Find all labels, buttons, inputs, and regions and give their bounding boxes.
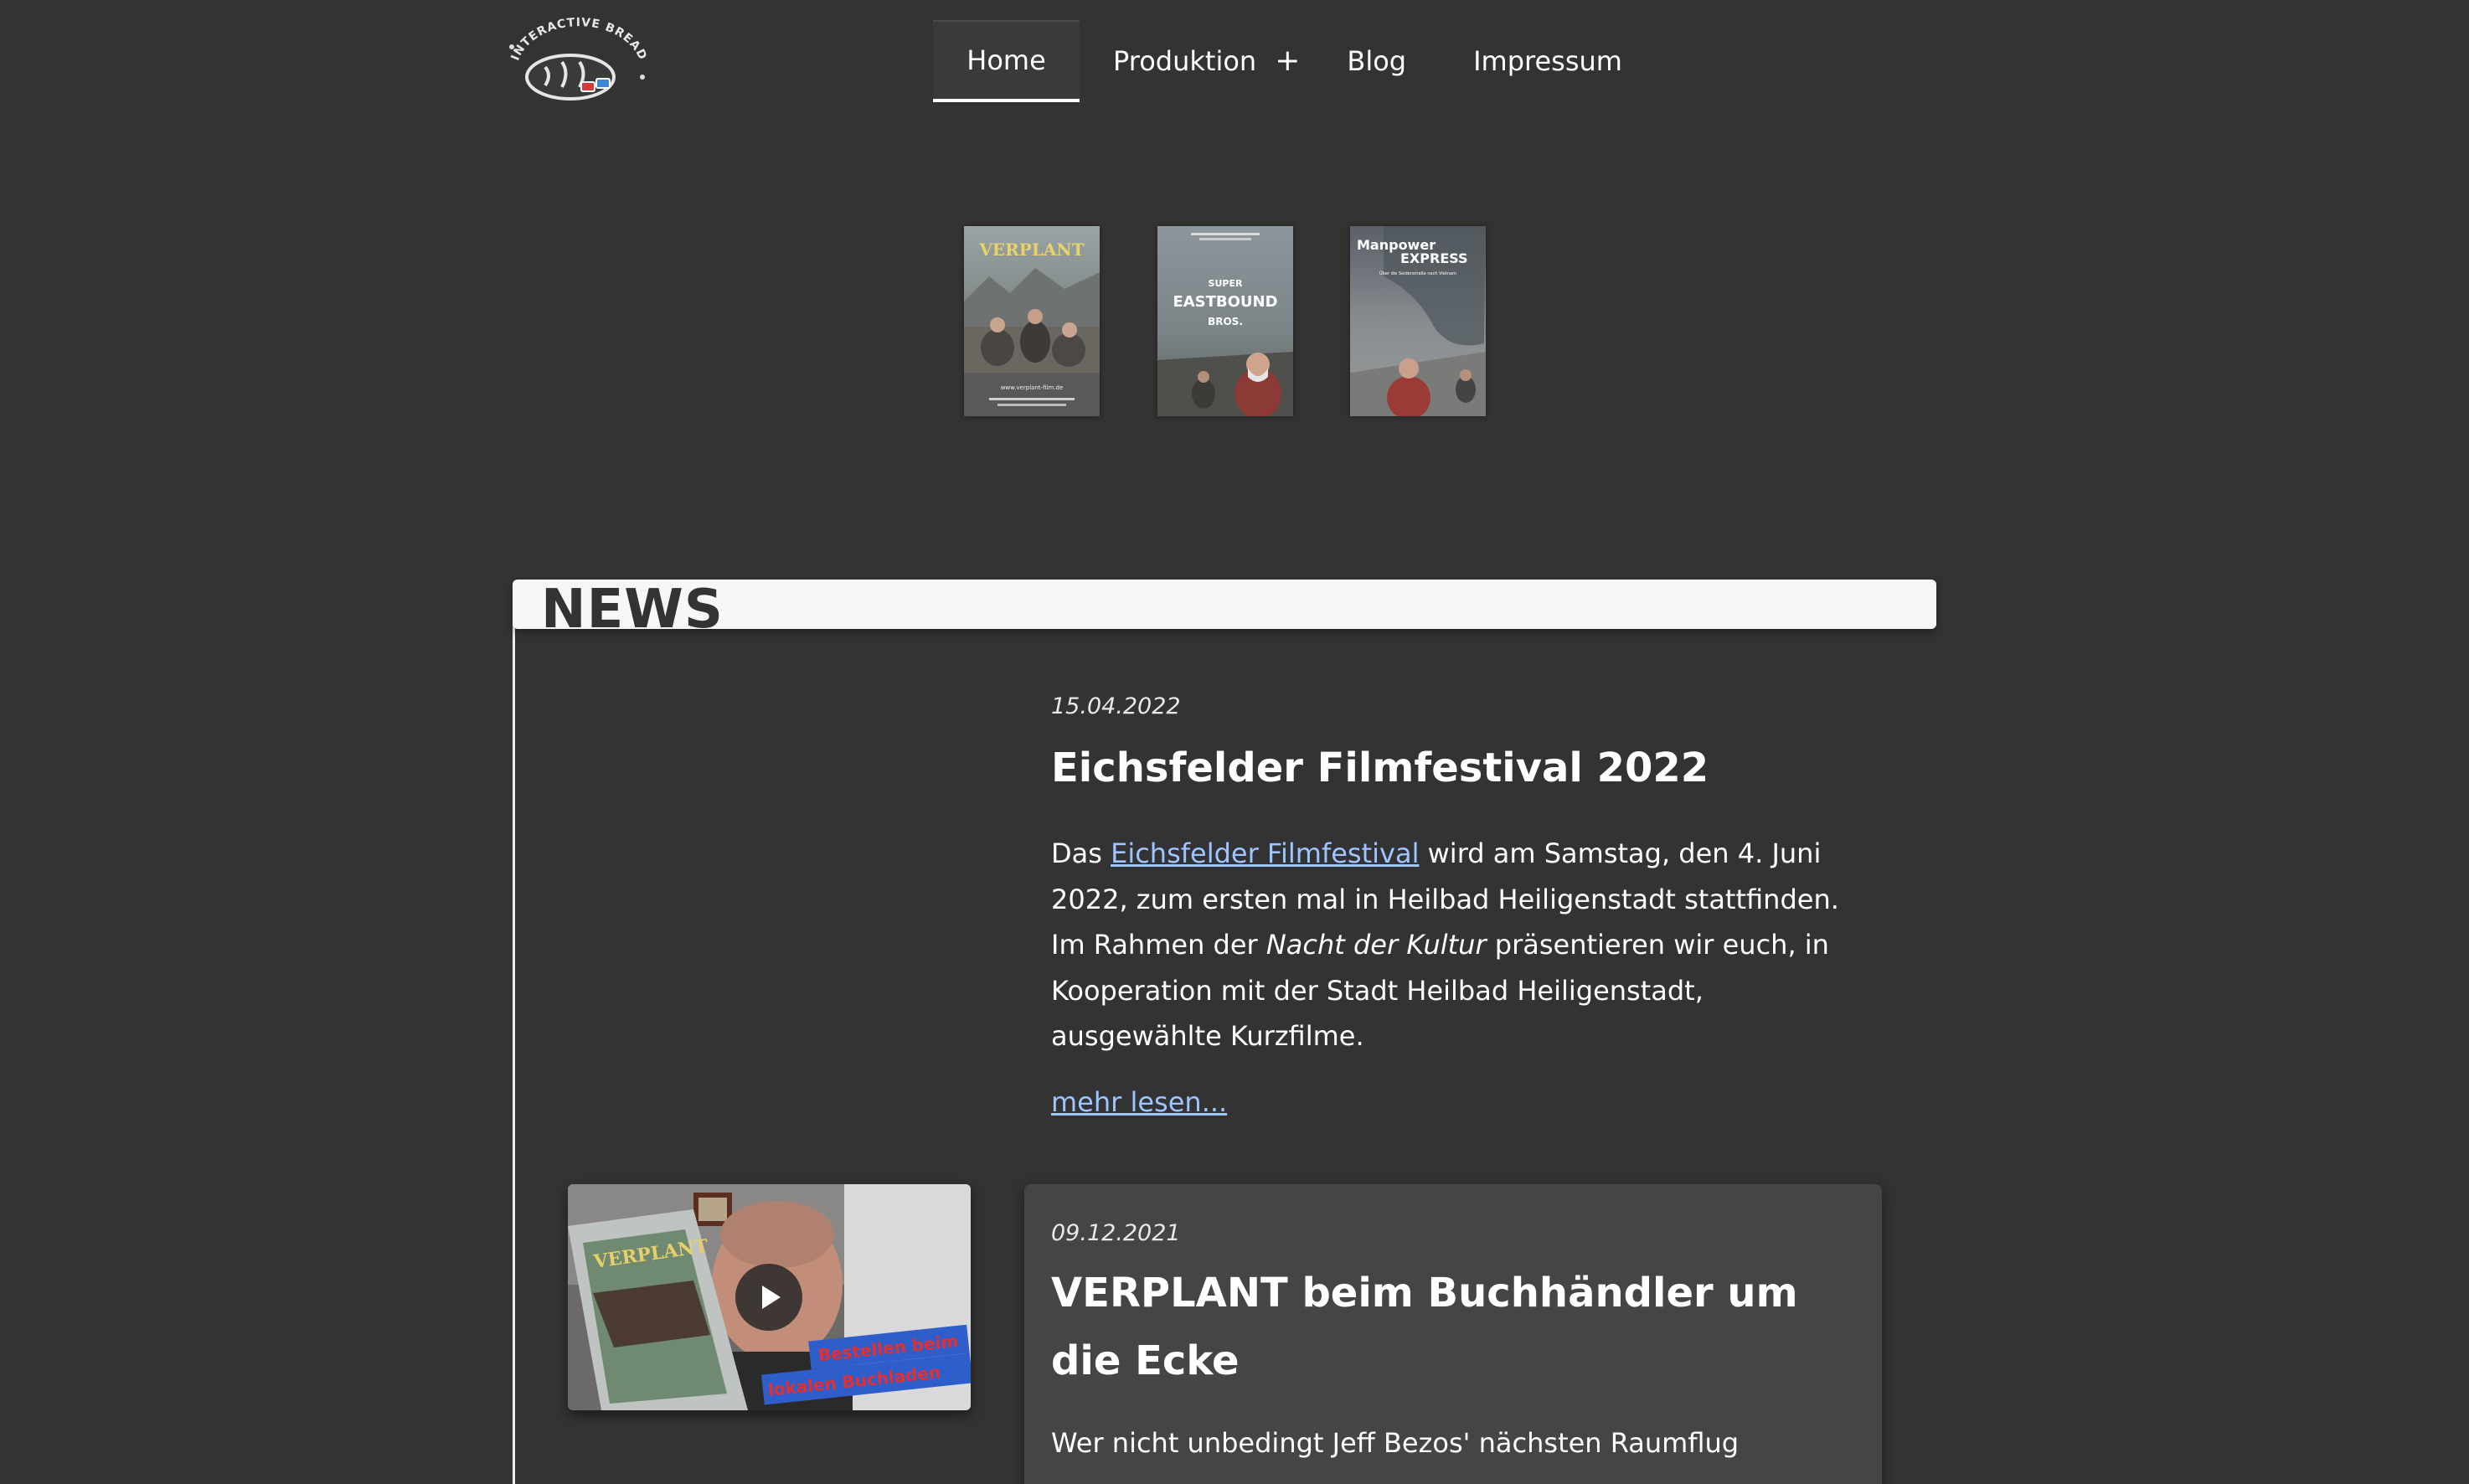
- eichsfelder-filmfestival-link[interactable]: Eichsfelder Filmfestival: [1111, 837, 1419, 869]
- nav-item-produktion[interactable]: Produktion +: [1113, 20, 1300, 102]
- poster-manpower-express[interactable]: Manpower EXPRESS Über die Seidenstraße n…: [1350, 226, 1486, 416]
- news-header-bar: NEWS: [513, 580, 1936, 629]
- news-article-1: 15.04.2022 Eichsfelder Filmfestival 2022…: [1051, 691, 1855, 1120]
- article-title[interactable]: Eichsfelder Filmfestival 2022: [1051, 734, 1855, 802]
- poster-seb-main: EASTBOUND: [1173, 293, 1277, 311]
- poster-super-eastbound-bros[interactable]: SUPER EASTBOUND BROS.: [1157, 226, 1293, 416]
- poster-verplant-title: VERPLANT: [978, 240, 1084, 260]
- article-text: Wer nicht unbedingt Jeff Bezos' nächsten…: [1051, 1427, 1740, 1459]
- poster-seb-top: SUPER: [1209, 278, 1243, 289]
- news-heading: NEWS: [541, 580, 724, 629]
- nav-label-impressum: Impressum: [1473, 45, 1622, 77]
- news-frame-line: [513, 586, 515, 1484]
- poster-verplant[interactable]: VERPLANT www.verplant-film.de: [964, 226, 1100, 416]
- page: INTERACTIVE BREAD Home Produktion + Blog…: [0, 0, 2469, 1484]
- play-icon: [762, 1286, 781, 1309]
- play-button[interactable]: [735, 1264, 802, 1331]
- news-article-2: 09.12.2021 VERPLANT beim Buchhändler um …: [1024, 1184, 1882, 1484]
- article-date: 15.04.2022: [1051, 693, 1181, 719]
- poster-manpower-subtitle: Über die Seidenstraße nach Vietnam: [1379, 271, 1456, 276]
- nav-item-blog[interactable]: Blog: [1347, 20, 1406, 102]
- main-nav: Home Produktion + Blog Impressum: [933, 20, 1622, 102]
- article-text-part: Das: [1051, 837, 1111, 869]
- article-date: 09.12.2021: [1051, 1220, 1181, 1246]
- poster-verplant-caption: www.verplant-film.de: [1001, 384, 1064, 391]
- poster-manpower-line2: EXPRESS: [1400, 250, 1468, 266]
- article-text: Das Eichsfelder Filmfestival wird am Sam…: [1051, 831, 1855, 1059]
- nav-item-impressum[interactable]: Impressum: [1473, 20, 1622, 102]
- poster-seb-bottom: BROS.: [1208, 316, 1243, 327]
- site-logo[interactable]: INTERACTIVE BREAD: [508, 16, 650, 109]
- nav-label-produktion: Produktion: [1113, 45, 1257, 77]
- nav-label-blog: Blog: [1347, 45, 1407, 77]
- video-thumbnail[interactable]: VERPLANT Bestellen beim lokalen Buchlade…: [568, 1184, 971, 1410]
- read-more-link[interactable]: mehr lesen...: [1051, 1085, 1227, 1120]
- nav-item-home[interactable]: Home: [933, 20, 1080, 102]
- article-text-italic: Nacht der Kultur: [1265, 929, 1487, 961]
- plus-icon[interactable]: +: [1275, 46, 1300, 76]
- nav-label-home: Home: [966, 44, 1046, 76]
- bread-logo-icon: INTERACTIVE BREAD: [508, 16, 648, 100]
- article-title[interactable]: VERPLANT beim Buchhändler um die Ecke: [1051, 1260, 1855, 1395]
